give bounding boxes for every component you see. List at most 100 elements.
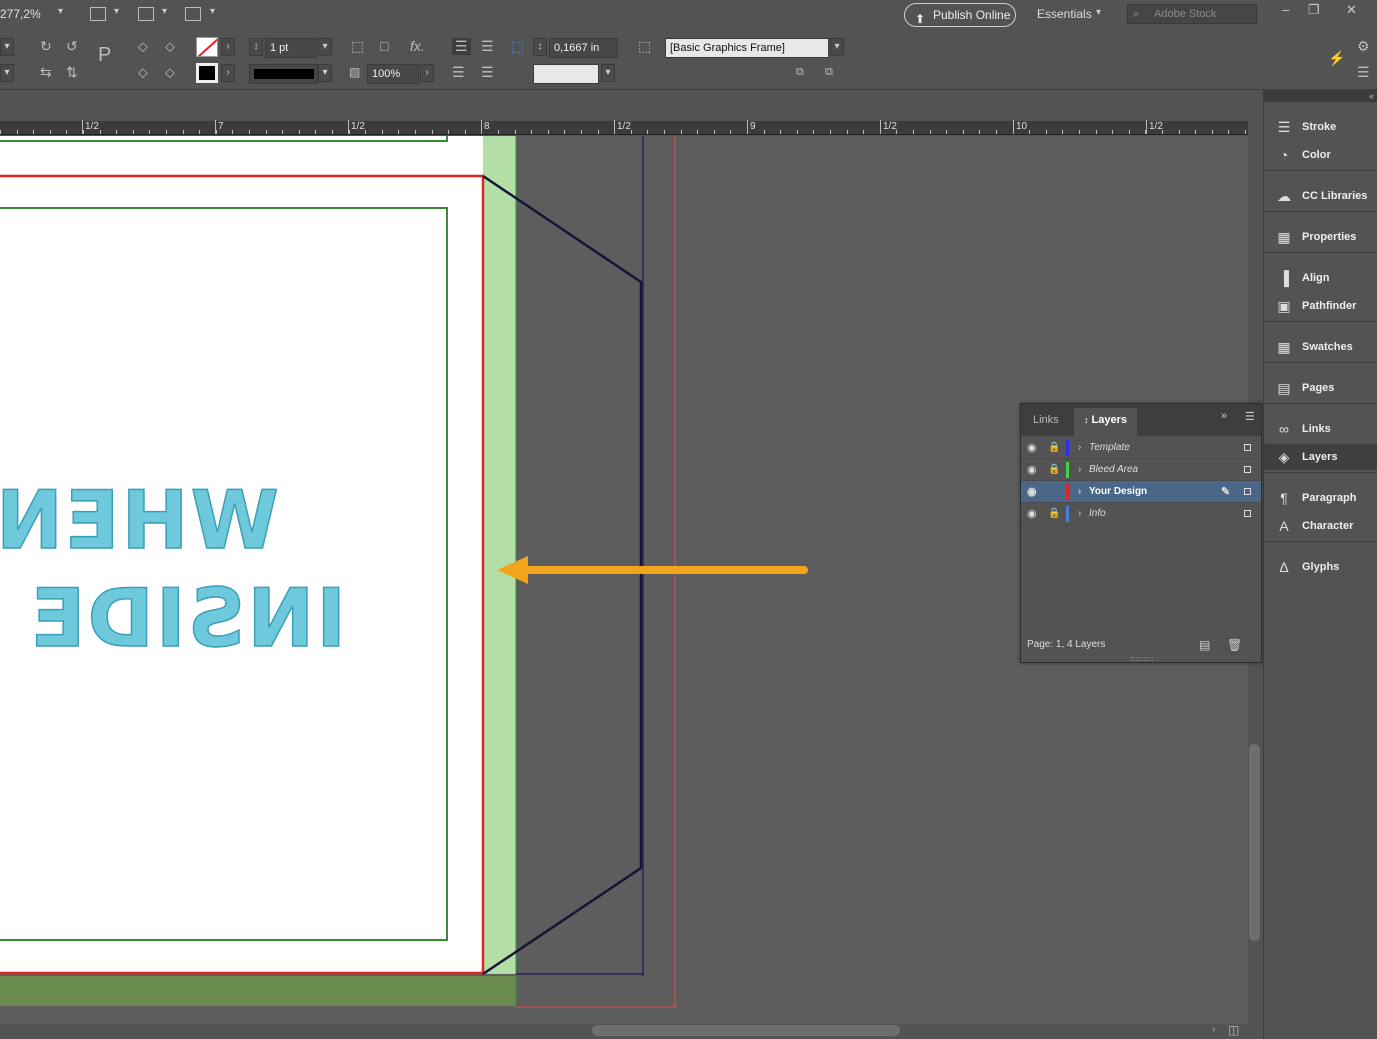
layer-target-square[interactable] — [1244, 466, 1251, 473]
scroll-right-icon[interactable]: › — [1212, 1024, 1215, 1035]
drop-shadow-icon[interactable]: □ — [380, 38, 388, 54]
layer-row[interactable]: ◉ › Your Design ✎ — [1021, 481, 1261, 503]
zoom-dropdown-icon[interactable]: ▾ — [58, 6, 63, 17]
mirrored-text-line-2[interactable]: INSIDE I — [0, 571, 347, 666]
dock-item-align[interactable]: ▐ Align — [1264, 265, 1377, 291]
stroke-weight-stepper[interactable]: ↕ — [249, 38, 263, 56]
minimize-icon[interactable]: – — [1282, 2, 1289, 17]
dock-item-links[interactable]: ∞ Links — [1264, 416, 1377, 442]
reference-point-dropdown-2[interactable]: ▾ — [0, 64, 14, 82]
clear-non-defined-icon[interactable]: ⧉ — [825, 66, 833, 79]
zoom-level[interactable]: 277,2% — [0, 7, 41, 21]
horizontal-ruler[interactable]: 1/2 7 1/2 8 1/2 9 1/2 10 1/2 — [0, 120, 1248, 135]
arrange-documents-icon[interactable] — [185, 7, 201, 21]
dock-item-pages[interactable]: ▤ Pages — [1264, 375, 1377, 401]
corner-size-field[interactable]: 0,1667 in — [549, 38, 618, 58]
visibility-eye-icon[interactable]: ◉ — [1027, 503, 1037, 525]
panel-collapse-icon[interactable]: » — [1221, 410, 1227, 422]
tab-links[interactable]: Links — [1023, 408, 1069, 436]
flip-vertical-icon[interactable]: ⇅ — [66, 64, 78, 81]
layer-target-square[interactable] — [1244, 488, 1251, 495]
text-frame-icon[interactable]: P — [98, 44, 111, 67]
corner-size-stepper[interactable]: ↕ — [533, 38, 547, 56]
corner-options-icon[interactable]: ⬚ — [511, 38, 524, 55]
layer-target-square[interactable] — [1244, 510, 1251, 517]
delete-layer-icon[interactable]: 🗑 — [1227, 634, 1242, 656]
corner-shape-dropdown[interactable]: ▾ — [601, 64, 615, 82]
panel-menu-icon[interactable]: ☰ — [1245, 410, 1255, 423]
lock-icon[interactable]: 🔒 — [1048, 459, 1060, 481]
opacity-dropdown[interactable]: › — [420, 64, 434, 82]
screen-mode-icon[interactable] — [138, 7, 154, 21]
wrap-text-icon[interactable]: ☰ — [452, 64, 465, 81]
lock-icon[interactable]: 🔒 — [1048, 503, 1060, 525]
screen-mode-chevron-icon[interactable]: ▾ — [162, 6, 167, 17]
visibility-eye-icon[interactable]: ◉ — [1027, 459, 1037, 481]
control-panel-menu-icon[interactable]: ☰ — [1357, 64, 1370, 81]
rotate-ccw-icon[interactable]: ↺ — [66, 38, 78, 55]
reference-point-dropdown[interactable]: ▾ — [0, 38, 14, 56]
dock-item-paragraph[interactable]: ¶ Paragraph — [1264, 485, 1377, 511]
rotate-cw-icon[interactable]: ↻ — [40, 38, 52, 55]
flip-horizontal-icon[interactable]: ⇆ — [40, 64, 52, 81]
visibility-eye-icon[interactable]: ◉ — [1027, 481, 1037, 503]
dock-item-stroke[interactable]: ☰ Stroke — [1264, 114, 1377, 140]
visibility-eye-icon[interactable]: ◉ — [1027, 437, 1037, 459]
object-style-field[interactable]: [Basic Graphics Frame] — [665, 38, 829, 58]
effects-fx-icon[interactable]: fx. — [410, 38, 425, 54]
layer-row[interactable]: ◉ 🔒 › Template — [1021, 437, 1261, 459]
expand-arrow-icon[interactable]: › — [1078, 503, 1081, 525]
settings-gear-icon[interactable]: ⚙ — [1357, 38, 1370, 55]
layer-name[interactable]: Template — [1089, 437, 1130, 459]
adobe-stock-search[interactable]: ⌕ Adobe Stock — [1127, 4, 1257, 24]
select-content-icon[interactable]: ⬦ — [138, 64, 148, 81]
horizontal-scrollbar[interactable]: › ◫ — [0, 1023, 1262, 1039]
split-window-icon[interactable]: ◫ — [1228, 1023, 1239, 1037]
stroke-weight-dropdown[interactable]: ▾ — [318, 38, 332, 56]
panel-resize-grip[interactable] — [1131, 657, 1153, 661]
layer-name[interactable]: Your Design — [1089, 481, 1147, 503]
stroke-align-inside-icon[interactable]: ☰ — [481, 38, 494, 55]
dock-item-layers[interactable]: ◈ Layers — [1264, 444, 1377, 470]
arrange-documents-chevron-icon[interactable]: ▾ — [210, 6, 215, 17]
wrap-bounding-icon[interactable]: ☰ — [481, 64, 494, 81]
fill-swatch-dropdown[interactable]: › — [221, 38, 235, 56]
stroke-weight-field[interactable]: 1 pt — [265, 38, 317, 58]
expand-arrow-icon[interactable]: › — [1078, 437, 1081, 459]
frame-fitting-icon[interactable]: ⬚ — [351, 38, 364, 55]
layer-row[interactable]: ◉ 🔒 › Info — [1021, 503, 1261, 525]
new-layer-icon[interactable]: ▤ — [1199, 634, 1210, 656]
workspace-switcher[interactable]: Essentials — [1037, 7, 1092, 21]
opacity-field[interactable]: 100% — [367, 64, 419, 84]
select-container-icon[interactable]: ⬦ — [138, 38, 148, 55]
expand-arrow-icon[interactable]: › — [1078, 481, 1081, 503]
stroke-type-field[interactable] — [249, 64, 318, 84]
layer-name[interactable]: Bleed Area — [1089, 459, 1138, 481]
publish-online-button[interactable]: ⬆ Publish Online — [904, 3, 1016, 27]
quick-apply-icon[interactable]: ⚡ — [1328, 50, 1345, 67]
dock-item-swatches[interactable]: ▦ Swatches — [1264, 334, 1377, 360]
collapse-dock-icon[interactable]: « — [1264, 90, 1377, 102]
stroke-swatch[interactable] — [196, 63, 218, 83]
tab-layers[interactable]: ↕ Layers — [1074, 408, 1137, 436]
object-style-dropdown[interactable]: ▾ — [830, 38, 844, 56]
dock-item-pathfinder[interactable]: ▣ Pathfinder — [1264, 293, 1377, 319]
layer-target-square[interactable] — [1244, 444, 1251, 451]
close-icon[interactable]: ✕ — [1346, 2, 1357, 18]
dock-item-properties[interactable]: ▦ Properties — [1264, 224, 1377, 250]
vertical-scroll-thumb[interactable] — [1249, 744, 1260, 941]
select-previous-icon[interactable]: ⬦ — [165, 38, 175, 55]
dock-item-color[interactable]: ◔ Color — [1264, 142, 1377, 168]
mirrored-text-line-1[interactable]: WHEN — [0, 473, 294, 568]
select-next-icon[interactable]: ⬦ — [165, 64, 175, 81]
dock-item-cc-libraries[interactable]: ☁ CC Libraries — [1264, 183, 1377, 209]
dock-item-glyphs[interactable]: Δ Glyphs — [1264, 554, 1377, 580]
dock-item-character[interactable]: A Character — [1264, 513, 1377, 539]
lock-icon[interactable]: 🔒 — [1048, 437, 1060, 459]
horizontal-scroll-thumb[interactable] — [592, 1025, 900, 1036]
view-options-icon[interactable] — [90, 7, 106, 21]
stroke-align-center-icon[interactable]: ☰ — [452, 38, 471, 55]
clear-overrides-icon[interactable]: ⧉ — [796, 66, 804, 79]
expand-arrow-icon[interactable]: › — [1078, 459, 1081, 481]
restore-icon[interactable]: ❐ — [1308, 2, 1320, 18]
